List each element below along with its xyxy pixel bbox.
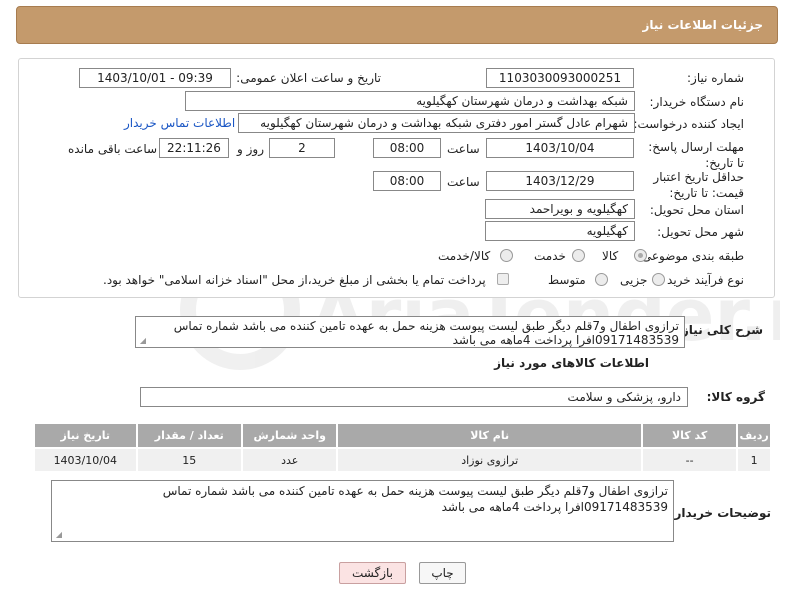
col-quantity: تعداد / مقدار: [135, 422, 244, 449]
summary-label: شرح کلی نیاز:: [677, 323, 763, 337]
cell-name: ترازوی نوزاد: [336, 447, 643, 473]
city-field: کهگیلویه: [485, 221, 635, 241]
process-radio-minor[interactable]: [652, 273, 665, 286]
summary-textarea[interactable]: ترازوی اطفال و7قلم دیگر طبق لیست پیوست ه…: [135, 316, 685, 348]
category-option-service: خدمت: [534, 249, 566, 263]
col-row: ردیف: [736, 422, 772, 449]
cell-row: 1: [736, 447, 772, 473]
col-code: کد کالا: [640, 422, 739, 449]
process-radio-medium[interactable]: [595, 273, 608, 286]
process-note: پرداخت تمام یا بخشی از مبلغ خرید،از محل …: [103, 273, 486, 287]
need-number-field: 1103030093000251: [486, 68, 634, 88]
buyer-notes-label: توضیحات خریدار:: [669, 506, 771, 520]
creator-field: شهرام عادل گستر امور دفتری شبکه بهداشت و…: [238, 113, 635, 133]
category-radio-both[interactable]: [500, 249, 513, 262]
days-label: روز و: [237, 142, 264, 156]
resize-grip-icon: ◢: [139, 336, 146, 345]
goods-group-field: دارو، پزشکی و سلامت: [140, 387, 688, 407]
province-label: استان محل تحویل:: [649, 203, 744, 217]
goods-section-title: اطلاعات کالاهای مورد نیاز: [494, 356, 649, 370]
buyer-contact-link[interactable]: اطلاعات تماس خریدار: [124, 116, 235, 130]
remaining-label: ساعت باقی مانده: [68, 142, 158, 156]
category-option-both: کالا/خدمت: [438, 249, 491, 263]
page-title: جزئیات اطلاعات نیاز: [642, 18, 763, 32]
reply-time-label: ساعت: [447, 142, 480, 156]
buyer-notes-text: ترازوی اطفال و7قلم دیگر طبق لیست پیوست ه…: [162, 484, 668, 514]
reply-date-field: 1403/10/04: [486, 138, 634, 158]
price-validity-label: حداقل تاریخ اعتبار قیمت: تا تاریخ:: [653, 170, 744, 200]
summary-text: ترازوی اطفال و7قلم دیگر طبق لیست پیوست ه…: [173, 319, 679, 347]
category-option-goods: کالا: [602, 249, 619, 263]
items-table: ردیف کد کالا نام کالا واحد شمارش تعداد /…: [33, 422, 772, 473]
col-name: نام کالا: [336, 422, 643, 449]
treasury-checkbox[interactable]: [497, 273, 509, 285]
col-unit: واحد شمارش: [241, 422, 339, 449]
reply-deadline-label: مهلت ارسال پاسخ: تا تاریخ:: [648, 140, 744, 170]
goods-group-label: گروه کالا:: [706, 390, 765, 404]
buyer-notes-textarea[interactable]: ترازوی اطفال و7قلم دیگر طبق لیست پیوست ه…: [51, 480, 674, 542]
process-option-minor: جزیی: [620, 273, 648, 287]
days-field: 2: [269, 138, 335, 158]
buyer-org-label: نام دستگاه خریدار:: [649, 95, 745, 109]
price-date-field: 1403/12/29: [486, 171, 634, 191]
cell-date: 1403/10/04: [33, 447, 138, 473]
cell-code: --: [640, 447, 739, 473]
col-date: تاریخ نیاز: [33, 422, 138, 449]
process-label: نوع فرآیند خرید :: [659, 273, 744, 287]
page-header: جزئیات اطلاعات نیاز: [16, 6, 778, 44]
print-button[interactable]: چاپ: [419, 562, 466, 584]
cell-quantity: 15: [135, 447, 244, 473]
resize-grip-icon: ◢: [55, 530, 62, 539]
price-time-field: 08:00: [373, 171, 441, 191]
process-option-medium: متوسط: [548, 273, 586, 287]
category-label: طبقه بندی موضوعی:: [637, 249, 744, 263]
back-button[interactable]: بازگشت: [339, 562, 406, 584]
need-number-label: شماره نیاز:: [687, 71, 744, 85]
creator-label: ایجاد کننده درخواست:: [633, 117, 744, 131]
announce-label: تاریخ و ساعت اعلان عمومی:: [236, 71, 381, 85]
buyer-org-field: شبکه بهداشت و درمان شهرستان کهگیلویه: [185, 91, 635, 111]
city-label: شهر محل تحویل:: [657, 225, 744, 239]
table-header-row: ردیف کد کالا نام کالا واحد شمارش تعداد /…: [33, 422, 772, 449]
price-time-label: ساعت: [447, 175, 480, 189]
remaining-time-field: 22:11:26: [159, 138, 229, 158]
reply-time-field: 08:00: [373, 138, 441, 158]
category-radio-service[interactable]: [572, 249, 585, 262]
category-radio-goods[interactable]: [634, 249, 647, 262]
province-field: کهگیلویه و بویراحمد: [485, 199, 635, 219]
announce-field: 1403/10/01 - 09:39: [79, 68, 231, 88]
table-row: 1 -- ترازوی نوزاد عدد 15 1403/10/04: [33, 447, 772, 473]
cell-unit: عدد: [241, 447, 339, 473]
